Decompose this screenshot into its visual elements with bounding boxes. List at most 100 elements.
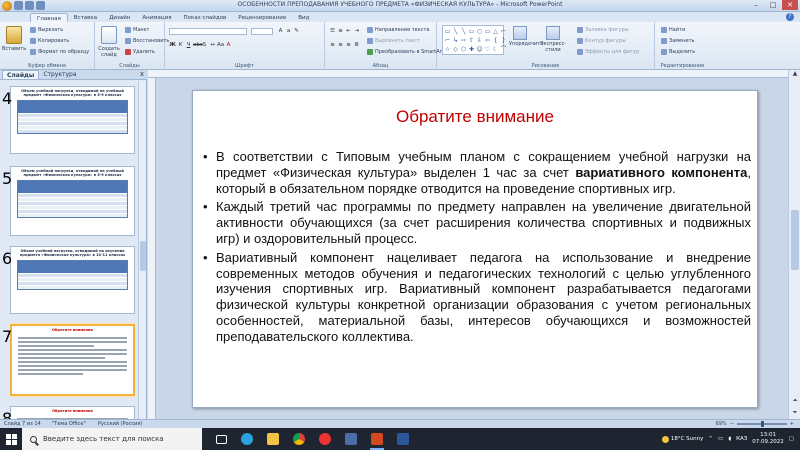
notifications-icon[interactable]: ▢ [789,436,794,442]
help-icon[interactable]: ? [786,13,794,21]
tab-outline[interactable]: Структура [39,70,80,79]
close-panel-icon[interactable]: x [140,70,144,78]
shape-icon[interactable]: ✚ [468,45,475,54]
shape-fill-button[interactable]: Заливка фигуры [577,27,629,33]
shape-icon[interactable]: ↳ [452,36,459,45]
shape-icon[interactable]: ╲ [460,27,467,36]
file-explorer-icon[interactable] [260,428,286,450]
italic-icon[interactable]: К [177,42,184,49]
close-button[interactable]: ✕ [782,0,798,10]
scroll-up-icon[interactable]: ▲ [789,70,800,77]
weather-widget[interactable]: 18°C Sunny [661,435,703,443]
shape-icon[interactable]: ⬡ [460,45,467,54]
shape-icon[interactable]: ○ [476,27,483,36]
new-slide-button[interactable]: Создать слайд [97,26,121,58]
grow-font-icon[interactable]: A [277,28,284,35]
numbering-icon[interactable]: ≡ [337,28,344,35]
language-status[interactable]: Русский (Россия) [98,421,142,427]
find-button[interactable]: Найти [661,27,685,33]
bullets-icon[interactable]: ☰ [329,28,336,35]
smartart-button[interactable]: Преобразовать в SmartArt [367,49,444,55]
shape-icon[interactable]: ⇩ [476,36,483,45]
select-button[interactable]: Выделить [661,49,695,55]
strikethrough-icon[interactable]: abc [193,42,203,49]
shape-icon[interactable]: ╲ [452,27,459,36]
thumbnails-scrollbar[interactable] [138,81,146,419]
zoom-slider[interactable] [736,421,787,427]
align-right-icon[interactable]: ≡ [345,42,352,49]
delete-slide-button[interactable]: Удалить [125,49,155,55]
zoom-in-icon[interactable]: + [790,421,794,427]
start-button[interactable] [0,428,22,450]
slide-thumbnail[interactable]: Объем учебной нагрузки, отводимой на уче… [10,166,135,236]
shape-icon[interactable]: ⌐ [500,27,507,36]
shape-icon[interactable]: △ [492,27,499,36]
shape-icon[interactable]: ⌒ [500,45,507,54]
yandex-icon[interactable] [312,428,338,450]
cut-button[interactable]: Вырезать [30,27,63,33]
shape-icon[interactable]: ▭ [468,27,475,36]
editor-scrollbar[interactable]: ▲ ⏶ ⏷ [788,70,800,419]
keyboard-language[interactable]: КАЗ [736,436,747,442]
powerpoint-icon[interactable] [364,428,390,450]
reset-button[interactable]: Восстановить [125,38,169,44]
slide-thumbnail[interactable]: Объем учебной нагрузки, отводимой на уче… [10,86,135,154]
tab-slideshow[interactable]: Показ слайдов [178,13,233,22]
shape-icon[interactable]: ⌐ [444,36,451,45]
align-left-icon[interactable]: ≡ [329,42,336,49]
shape-effects-button[interactable]: Эффекты для фигур [577,49,639,55]
tab-slides[interactable]: Слайды [2,70,40,79]
layout-button[interactable]: Макет [125,27,149,33]
underline-icon[interactable]: Ч [185,42,192,49]
chrome-icon[interactable] [286,428,312,450]
format-painter-button[interactable]: Формат по образцу [30,49,89,55]
copy-button[interactable]: Копировать [30,38,69,44]
slide-thumbnail[interactable]: Обратите внимание [10,406,135,419]
indent-decrease-icon[interactable]: ⇤ [345,28,352,35]
paste-button[interactable]: Вставить [2,26,26,52]
edge-icon[interactable] [234,428,260,450]
bold-icon[interactable]: Ж [169,42,176,49]
shape-outline-button[interactable]: Контур фигуры [577,38,626,44]
shape-icon[interactable]: ⇧ [468,36,475,45]
tab-home[interactable]: Главная [30,13,68,22]
shape-icon[interactable]: ▭ [444,27,451,36]
tab-review[interactable]: Рецензирование [232,13,292,22]
shape-icon[interactable]: ☺ [476,45,483,54]
justify-icon[interactable]: ≣ [353,42,360,49]
taskbar-search[interactable]: Введите здесь текст для поиска [22,428,202,450]
zoom-out-icon[interactable]: − [730,421,734,427]
slide-thumbnail[interactable]: Объем учебной нагрузки, отводимой на изу… [10,246,135,314]
tab-animation[interactable]: Анимация [136,13,177,22]
slide-title[interactable]: Обратите внимание [193,107,757,127]
shape-icon[interactable]: { [492,36,499,45]
shape-icon[interactable]: } [500,36,507,45]
minimize-button[interactable]: – [748,0,764,10]
tab-design[interactable]: Дизайн [103,13,136,22]
case-icon[interactable]: Aa [217,42,224,49]
shapes-gallery[interactable]: ▭ ╲ ╲ ▭ ○ ▭ △ ⌐ ⌐ ↳ ⇨ ⇧ ⇩ ⇦{} ☆ ◇ ⬡ ✚ ☺ ♡ ☾ ⌒ [442,25,507,55]
task-view-icon[interactable] [208,428,234,450]
shape-icon[interactable]: ⇨ [460,36,467,45]
shape-icon[interactable]: ◇ [452,45,459,54]
shape-icon[interactable]: ☾ [492,45,499,54]
maximize-button[interactable]: □ [765,0,781,10]
spacing-icon[interactable]: ↔ [209,42,216,49]
clear-format-icon[interactable]: ✎ [293,28,300,35]
font-family-select[interactable] [169,28,247,35]
shape-icon[interactable]: ☆ [444,45,451,54]
align-text-button[interactable]: Выровнять текст [367,38,420,44]
align-center-icon[interactable]: ≡ [337,42,344,49]
app-icon[interactable] [338,428,364,450]
indent-increase-icon[interactable]: ⇥ [353,28,360,35]
zoom-level[interactable]: 69% [715,421,726,427]
volume-icon[interactable]: ◖ [728,436,731,442]
word-icon[interactable] [390,428,416,450]
font-color-icon[interactable]: A [225,42,232,49]
shrink-font-icon[interactable]: a [285,28,292,35]
replace-button[interactable]: Заменить [661,38,695,44]
slide-thumbnail-selected[interactable]: Обратите внимание [10,324,135,396]
tab-insert[interactable]: Вставка [68,13,103,22]
arrange-button[interactable]: Упорядочить [509,26,543,56]
shape-icon[interactable]: ▭ [484,27,491,36]
